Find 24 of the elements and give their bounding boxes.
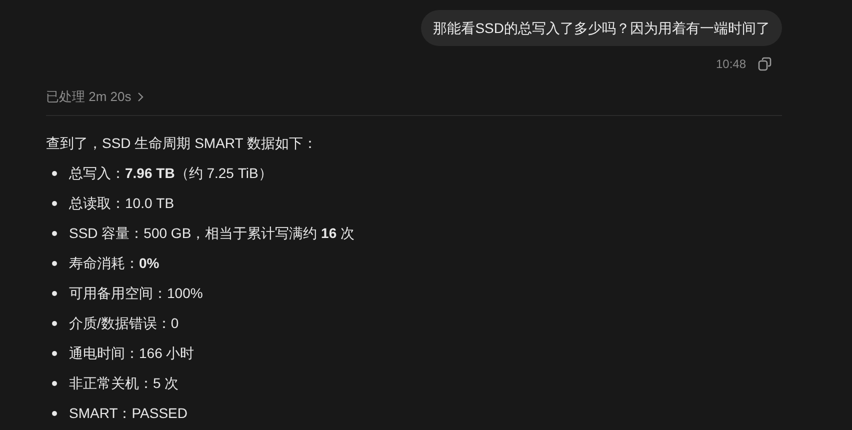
bullet-icon [52,171,57,176]
reply-intro: 查到了，SSD 生命周期 SMART 数据如下： [46,134,318,152]
list-item-text: SMART：PASSED [69,404,188,423]
list-item-text: 非正常关机：5 次 [69,374,179,393]
bullet-icon [52,201,57,206]
copy-icon[interactable] [758,57,772,71]
bullet-icon [52,231,57,236]
message-time: 10:48 [716,56,746,73]
list-item-text: 可用备用空间：100% [69,284,203,303]
list-item-text: 介质/数据错误：0 [69,314,179,333]
bullet-icon [52,321,57,326]
list-item-text: SSD 容量：500 GB，相当于累计写满约 16 次 [69,224,355,243]
user-message: 那能看SSD的总写入了多少吗？因为用着有一端时间了 [421,10,782,46]
list-item-text: 总写入：7.96 TB（约 7.25 TiB） [69,164,272,183]
bullet-icon [52,381,57,386]
list-item-text: 通电时间：166 小时 [69,344,194,363]
processed-toggle[interactable]: 已处理 2m 20s [46,87,144,106]
list-item-text: 寿命消耗：0% [69,254,160,273]
chevron-right-icon [137,92,144,102]
bullet-icon [52,411,57,416]
bullet-icon [52,291,57,296]
list-item-text: 总读取：10.0 TB [69,194,174,213]
bullet-icon [52,351,57,356]
bullet-icon [52,261,57,266]
